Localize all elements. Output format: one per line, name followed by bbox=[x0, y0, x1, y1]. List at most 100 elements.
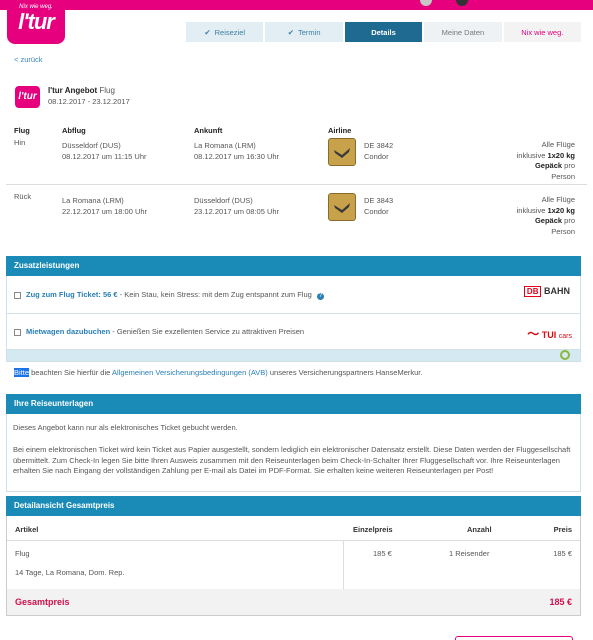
baggage-qty: 1x20 kg bbox=[547, 150, 575, 160]
airline-cell: DE 3842 Condor bbox=[364, 140, 393, 162]
train-checkbox[interactable] bbox=[14, 291, 21, 299]
divider bbox=[7, 540, 580, 541]
tui-logo-text: cars bbox=[558, 333, 572, 340]
db-logo-mark: DB bbox=[523, 286, 542, 297]
flight-number: DE 3843 bbox=[364, 196, 394, 205]
departure-airport: Düsseldorf (DUS) bbox=[62, 141, 121, 150]
step-reiseziel[interactable]: ✔ Reiseziel bbox=[186, 22, 264, 42]
car-checkbox[interactable] bbox=[14, 328, 21, 336]
col-einzelpreis: Einzelpreis bbox=[353, 525, 393, 534]
total-value: 185 € bbox=[549, 597, 572, 607]
booking-steps: ✔ Reiseziel ✔ Termin Details Meine Daten N… bbox=[186, 22, 582, 42]
departure-time: 22.12.2017 um 18:00 Uhr bbox=[62, 207, 148, 216]
step-label: Reiseziel bbox=[214, 27, 246, 37]
divider bbox=[343, 540, 344, 589]
db-bahn-logo: DB BAHN bbox=[523, 286, 570, 297]
documents-header: Ihre Reiseunterlagen bbox=[6, 394, 581, 414]
train-link[interactable]: Zug zum Flug Ticket: 56 € bbox=[26, 290, 118, 299]
carrier: Condor bbox=[364, 207, 389, 216]
flight-number: DE 3842 bbox=[364, 141, 394, 150]
documents-box: Dieses Angebot kann nur als elektronisch… bbox=[6, 414, 581, 492]
step-label: Meine Daten bbox=[441, 27, 485, 37]
price-table: Artikel Einzelpreis Anzahl Preis Flug 14… bbox=[6, 516, 581, 616]
db-logo-text: BAHN bbox=[544, 286, 570, 296]
car-addon: Mietwagen dazubuchen - Genießen Sie exze… bbox=[6, 314, 581, 350]
baggage-text: pro bbox=[564, 161, 575, 170]
col-preis: Preis bbox=[553, 525, 572, 534]
continue-button[interactable] bbox=[455, 636, 573, 640]
baggage-text: Person bbox=[551, 171, 575, 181]
documents-text: Bei einem elektronischen Ticket wird kei… bbox=[13, 445, 571, 475]
back-link[interactable]: < zurück bbox=[14, 55, 43, 64]
flight-direction: Hin bbox=[14, 138, 26, 147]
header-airline: Airline bbox=[328, 126, 352, 135]
avb-link[interactable]: Allgemeinen Versicherungsbedingungen (AV… bbox=[112, 368, 268, 377]
col-anzahl: Anzahl bbox=[467, 525, 492, 534]
baggage-text: Alle Flüge bbox=[541, 140, 575, 149]
baggage-text: Gepäck bbox=[534, 161, 563, 170]
step-label: Nix wie weg. bbox=[521, 27, 564, 37]
tui-cars-logo: 〜 TUI cars bbox=[527, 327, 572, 341]
baggage-text: Alle Flüge bbox=[541, 195, 575, 204]
offer-logo: l'tur bbox=[15, 86, 40, 108]
step-details[interactable]: Details bbox=[344, 22, 423, 42]
flight-direction: Rück bbox=[14, 192, 32, 201]
car-link[interactable]: Mietwagen dazubuchen bbox=[26, 327, 110, 336]
hansemerkur-logo-icon bbox=[560, 350, 570, 360]
arrival-airport: Düsseldorf (DUS) bbox=[194, 196, 253, 205]
step-termin[interactable]: ✔ Termin bbox=[265, 22, 343, 42]
car-text: - Genießen Sie exzellenten Service zu at… bbox=[110, 327, 305, 336]
baggage-info: Alle Flüge inklusive 1x20 kg Gepäck pro … bbox=[517, 195, 575, 237]
header-ankunft: Ankunft bbox=[194, 126, 223, 135]
offer-dates: 08.12.2017 - 23.12.2017 bbox=[48, 97, 130, 106]
offer-title-line: l'tur Angebot Flug bbox=[48, 86, 115, 95]
baggage-text: inklusive bbox=[516, 150, 546, 160]
baggage-text: pro bbox=[564, 216, 575, 225]
selected-text: Bitte bbox=[14, 368, 30, 377]
baggage-text: Gepäck bbox=[534, 216, 563, 225]
insurance-addon-strip bbox=[6, 350, 581, 362]
extras-header: Zusatzleistungen bbox=[6, 256, 581, 276]
airline-cell: DE 3843 Condor bbox=[364, 195, 393, 217]
departure-cell: Düsseldorf (DUS) 08.12.2017 um 11:15 Uhr bbox=[62, 140, 147, 162]
baggage-info: Alle Flüge inklusive 1x20 kg Gepäck pro … bbox=[517, 140, 575, 182]
insurance-text: beachten Sie hierfür die bbox=[29, 368, 112, 377]
help-icon[interactable]: ? bbox=[316, 293, 324, 300]
arrival-cell: Düsseldorf (DUS) 23.12.2017 um 08:05 Uhr bbox=[194, 195, 279, 217]
item-name: Flug bbox=[15, 549, 30, 558]
total-label: Gesamtpreis bbox=[15, 597, 70, 607]
baggage-text: Person bbox=[551, 226, 575, 236]
step-label: Termin bbox=[298, 27, 321, 37]
price-header: Detailansicht Gesamtpreis bbox=[6, 496, 581, 516]
baggage-text: inklusive bbox=[516, 205, 546, 215]
header-abflug: Abflug bbox=[62, 126, 86, 135]
top-bar bbox=[0, 0, 593, 10]
total-row: Gesamtpreis 185 € bbox=[7, 589, 580, 615]
tui-logo-mark: TUI bbox=[541, 330, 557, 340]
logo-brand: l'tur bbox=[18, 9, 55, 34]
train-addon: Zug zum Flug Ticket: 56 € - Kein Stau, k… bbox=[6, 276, 581, 314]
condor-logo-icon bbox=[328, 193, 356, 221]
arrival-time: 23.12.2017 um 08:05 Uhr bbox=[194, 207, 280, 216]
header-flug: Flug bbox=[14, 126, 30, 135]
arrival-cell: La Romana (LRM) 08.12.2017 um 16:30 Uhr bbox=[194, 140, 279, 162]
carrier: Condor bbox=[364, 152, 389, 161]
documents-text: Dieses Angebot kann nur als elektronisch… bbox=[13, 423, 238, 432]
condor-logo-icon bbox=[328, 138, 356, 166]
item-qty: 1 Reisender bbox=[449, 549, 490, 558]
departure-cell: La Romana (LRM) 22.12.2017 um 18:00 Uhr bbox=[62, 195, 147, 217]
insurance-text: unseres Versicherungspartners HanseMerku… bbox=[267, 368, 423, 377]
arrival-airport: La Romana (LRM) bbox=[194, 141, 256, 150]
baggage-qty: 1x20 kg bbox=[547, 205, 575, 215]
car-option: Mietwagen dazubuchen - Genießen Sie exze… bbox=[14, 327, 304, 336]
insurance-note: Bitte beachten Sie hierfür die Allgemein… bbox=[14, 368, 422, 377]
ltur-logo[interactable]: Nix wie weg. l'tur bbox=[7, 0, 65, 44]
step-meine-daten[interactable]: Meine Daten bbox=[424, 22, 502, 42]
train-text: - Kein Stau, kein Stress: mit dem Zug en… bbox=[117, 290, 312, 299]
departure-airport: La Romana (LRM) bbox=[62, 196, 124, 205]
train-option: Zug zum Flug Ticket: 56 € - Kein Stau, k… bbox=[14, 290, 324, 300]
step-nix-wie-weg[interactable]: Nix wie weg. bbox=[503, 22, 582, 42]
item-total: 185 € bbox=[553, 549, 572, 558]
offer-title: l'tur Angebot bbox=[48, 86, 98, 95]
col-artikel: Artikel bbox=[15, 525, 39, 534]
